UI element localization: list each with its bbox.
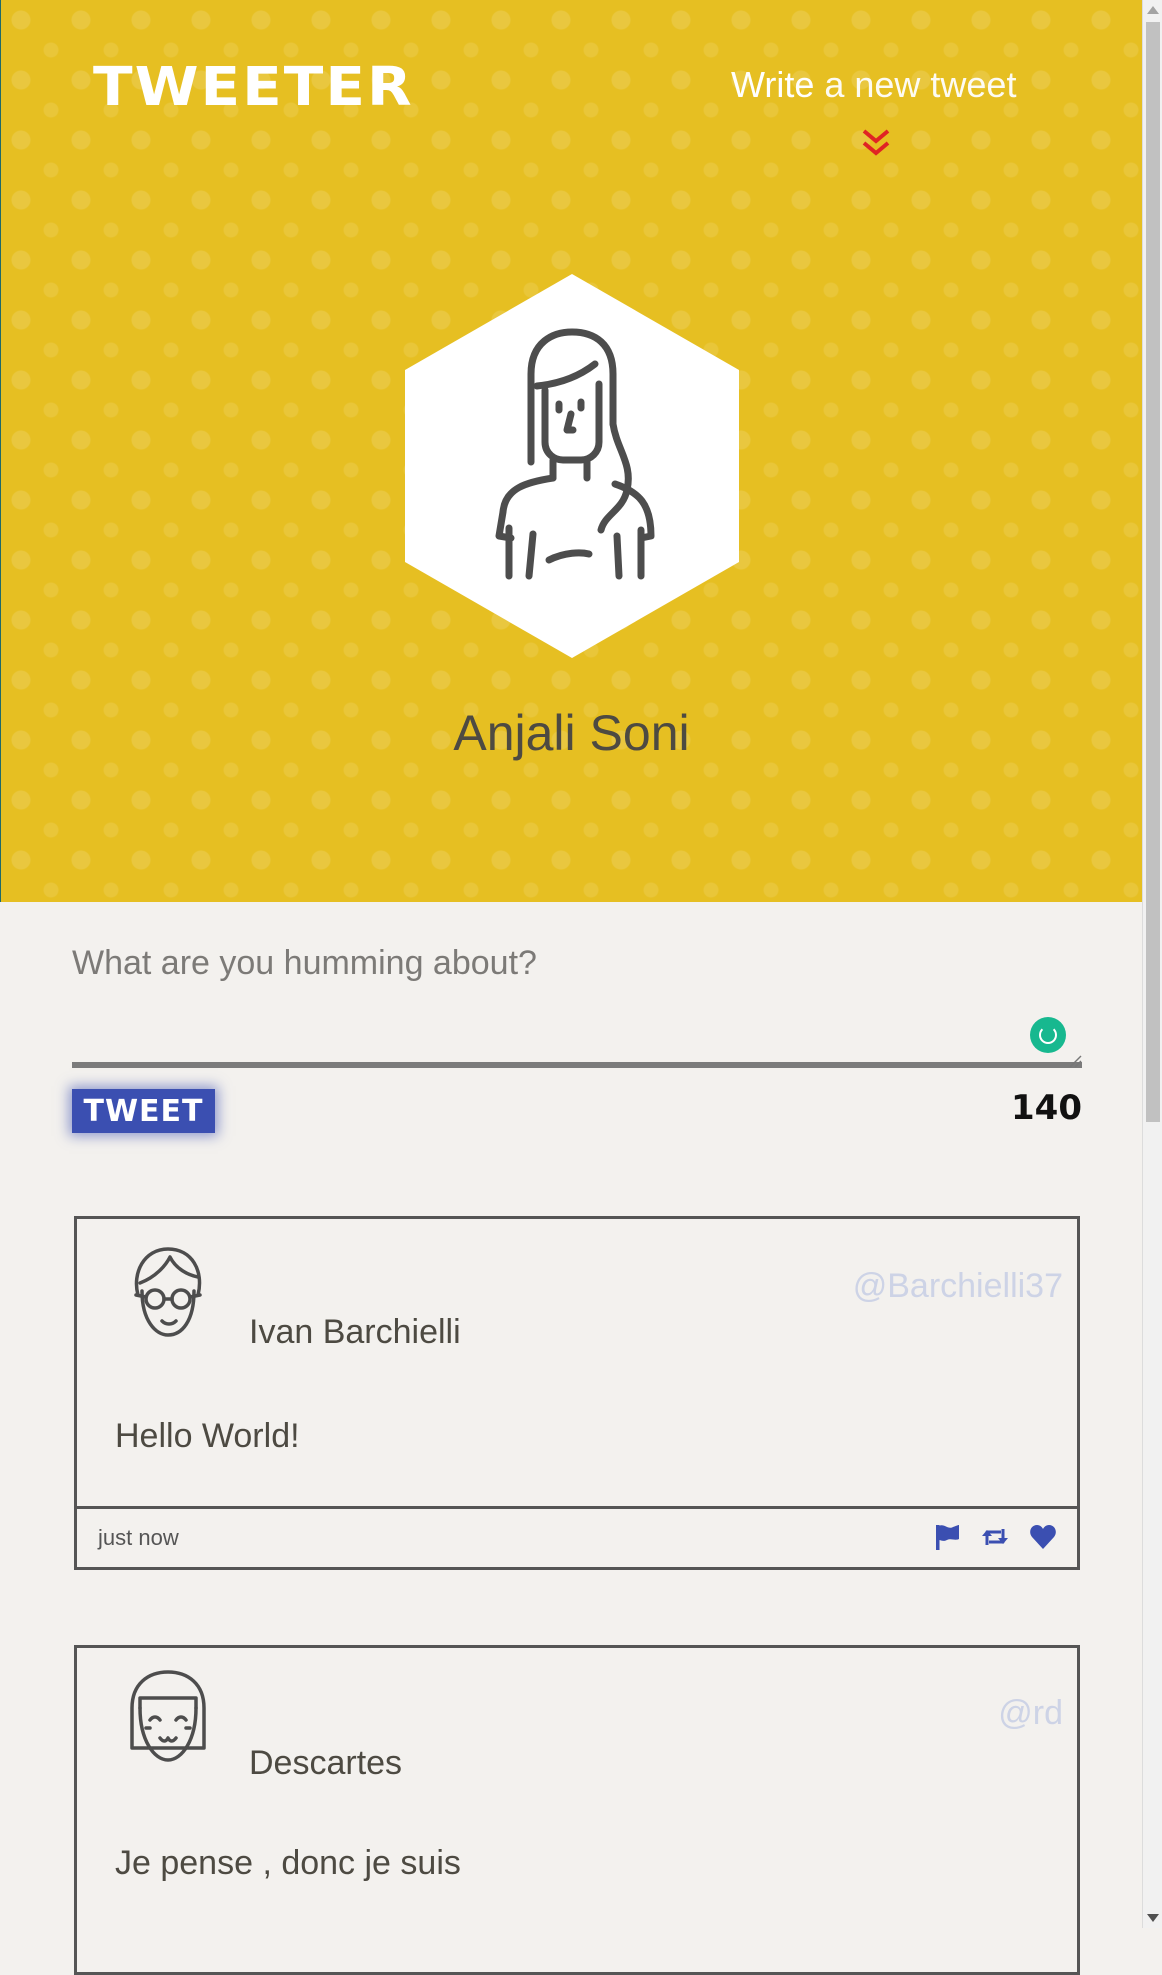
tweet-author-name[interactable]: Descartes [249,1744,402,1783]
character-counter: 140 [1011,1088,1082,1128]
woman-with-bangs-avatar [130,1670,206,1762]
heart-icon[interactable] [1029,1523,1057,1551]
scroll-down-arrow-icon[interactable] [1147,1914,1159,1922]
tweet-actions [933,1523,1057,1551]
tweet-text: Je pense , donc je suis [115,1844,461,1882]
tweet-timestamp: just now [98,1525,179,1550]
tweet-author-handle[interactable]: @Barchielli37 [853,1267,1063,1306]
profile-header: TWEETER Write a new tweet Anjali Soni [0,0,1142,902]
tweet-author-name[interactable]: Ivan Barchielli [249,1313,461,1352]
tweet-submit-button[interactable]: TWEET [72,1089,215,1133]
vertical-scrollbar[interactable] [1142,0,1162,1928]
resize-grip-icon[interactable] [1068,1054,1082,1068]
tweet-card: Ivan Barchielli @Barchielli37 Hello Worl… [74,1216,1080,1570]
tweet-text: Hello World! [115,1417,300,1455]
double-chevron-down-icon[interactable] [859,126,893,160]
write-new-tweet-link[interactable]: Write a new tweet [731,64,1016,106]
flag-icon[interactable] [933,1523,961,1551]
tweet-compose-input[interactable] [72,944,1082,1068]
retweet-icon[interactable] [981,1523,1009,1551]
man-with-glasses-avatar [134,1247,202,1337]
grammarly-icon[interactable] [1030,1017,1066,1053]
write-label-rest: a new tweet [814,64,1017,105]
profile-avatar [405,274,739,658]
scrollbar-thumb[interactable] [1146,22,1160,1122]
profile-name: Anjali Soni [453,705,690,761]
tweet-footer: just now [77,1506,1077,1567]
write-label: Write [731,64,815,105]
tweet-author-handle[interactable]: @rd [998,1694,1063,1733]
scroll-up-arrow-icon[interactable] [1147,6,1159,14]
app-logo[interactable]: TWEETER [93,57,414,117]
tweet-card: Descartes @rd Je pense , donc je suis [74,1645,1080,1975]
